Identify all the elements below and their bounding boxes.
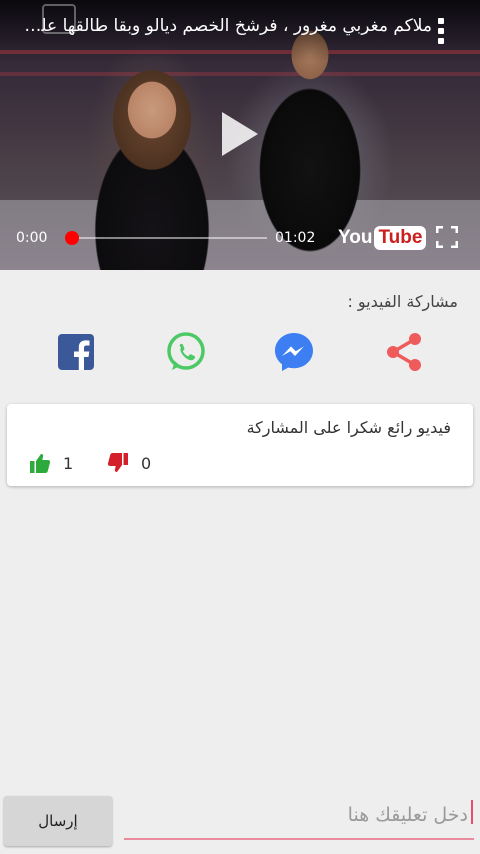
video-person-reporter [82, 70, 222, 270]
comment-composer: إرسال [0, 788, 480, 854]
facebook-share-button[interactable] [54, 330, 98, 374]
comment-text: فيديو رائع شكرا على المشاركة [246, 418, 451, 437]
send-button[interactable]: إرسال [4, 796, 112, 846]
youtube-logo-tube: Tube [374, 226, 427, 250]
comment-card: فيديو رائع شكرا على المشاركة 1 0 [7, 404, 473, 486]
seek-thumb[interactable] [65, 231, 79, 245]
video-duration: 01:02 [275, 230, 316, 246]
video-title: ملاكم مغربي مغرور ، فرشخ الخصم ديالو وبق… [12, 16, 432, 36]
comment-input[interactable] [124, 792, 474, 840]
share-button[interactable] [382, 330, 426, 374]
thumbs-up-icon[interactable] [29, 452, 51, 474]
share-title: مشاركة الفيديو : [347, 292, 458, 311]
messenger-icon [275, 333, 313, 371]
share-icon [387, 333, 421, 371]
text-cursor [471, 800, 473, 824]
play-icon[interactable] [222, 112, 258, 156]
youtube-logo-you: You [338, 227, 373, 248]
current-time: 0:00 [16, 230, 48, 246]
messenger-share-button[interactable] [272, 330, 316, 374]
whatsapp-icon [167, 332, 205, 370]
youtube-logo[interactable]: You Tube [338, 226, 427, 250]
dislike-count: 0 [141, 454, 152, 473]
facebook-icon [58, 334, 94, 370]
fullscreen-icon[interactable] [435, 225, 459, 249]
more-vert-icon[interactable] [438, 18, 446, 46]
seek-bar[interactable] [72, 237, 267, 239]
like-count: 1 [63, 454, 74, 473]
whatsapp-share-button[interactable] [164, 330, 208, 374]
video-player[interactable]: ملاكم مغربي مغرور ، فرشخ الخصم ديالو وبق… [0, 0, 480, 270]
thumbs-down-icon[interactable] [107, 452, 129, 474]
